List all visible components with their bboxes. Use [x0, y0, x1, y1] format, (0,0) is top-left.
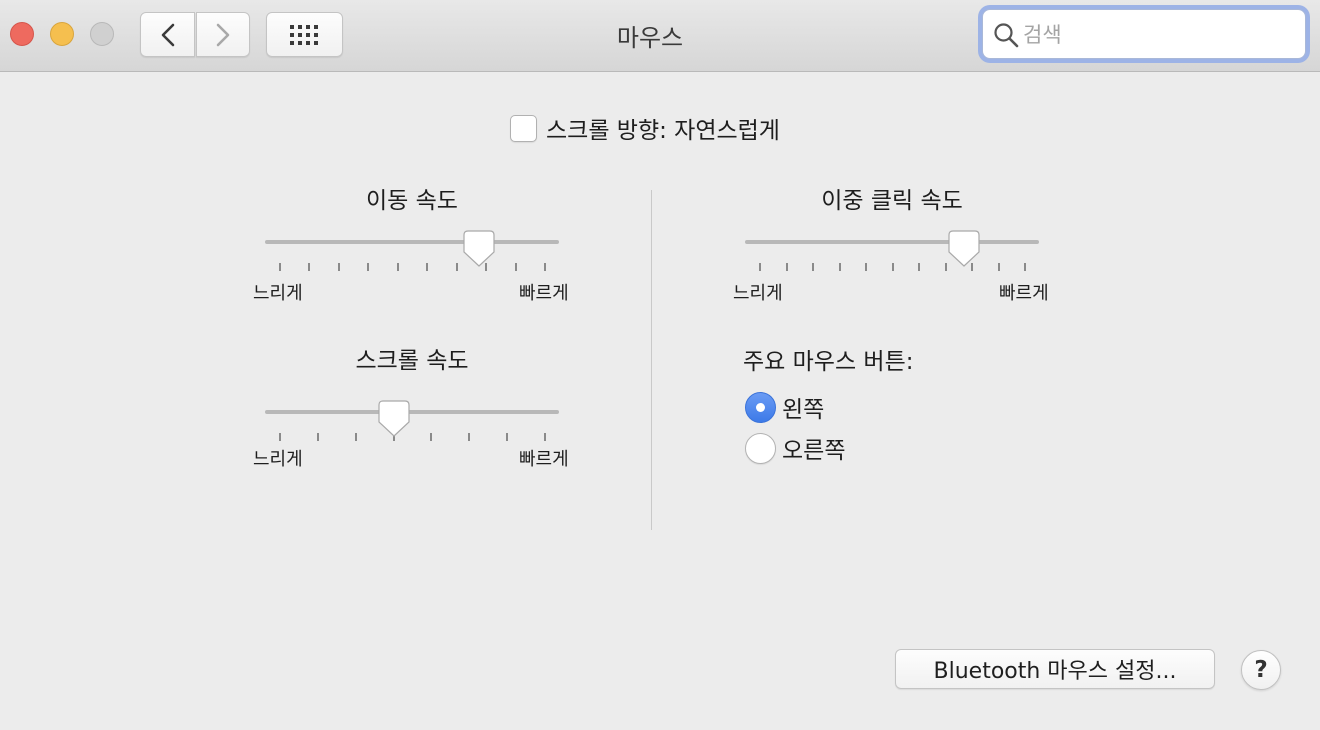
bluetooth-setup-button[interactable]: Bluetooth 마우스 설정...: [895, 649, 1215, 689]
close-button[interactable]: [10, 22, 34, 46]
slider-tick: [367, 263, 370, 271]
slider-tick: [279, 263, 281, 271]
left-label: 왼쪽: [782, 397, 825, 423]
slider-tick: [918, 263, 920, 271]
slider-thumb[interactable]: [378, 400, 410, 442]
scroll-speed-max-label: 빠르게: [519, 449, 569, 470]
slider-tick: [514, 263, 517, 271]
slider-tick: [785, 263, 788, 271]
slider-tick: [396, 263, 399, 271]
right-radio[interactable]: [745, 432, 776, 464]
slider-tick: [997, 263, 1000, 271]
scroll-direction-option[interactable]: 스크롤 방향: 자연스럽게: [510, 111, 780, 145]
slider-tick: [308, 263, 311, 271]
tracking-speed-track[interactable]: [265, 240, 559, 244]
slider-tick: [544, 433, 546, 441]
slider-tick: [838, 263, 841, 271]
scroll-speed-title: 스크롤 속도: [355, 348, 469, 374]
double-click-speed-title: 이중 클릭 속도: [821, 188, 963, 214]
slider-tick: [354, 433, 357, 441]
slider-thumb[interactable]: [463, 230, 495, 272]
chevron-right-icon: [216, 23, 230, 46]
tracking-speed-title: 이동 속도: [366, 188, 458, 214]
slider-tick: [759, 263, 761, 271]
help-button[interactable]: ?: [1241, 650, 1281, 690]
title-bar: 마우스: [0, 0, 1320, 72]
slider-tick: [865, 263, 867, 271]
slider-tick: [337, 263, 340, 271]
column-divider: [651, 190, 652, 530]
primary-left-option[interactable]: 왼쪽: [745, 390, 824, 424]
back-button[interactable]: [140, 12, 195, 57]
search-input[interactable]: [1021, 16, 1295, 54]
scroll-direction-label: 스크롤 방향: 자연스럽게: [546, 118, 780, 144]
slider-tick: [426, 263, 429, 271]
primary-button-title: 주요 마우스 버튼:: [743, 349, 914, 375]
zoom-button[interactable]: [90, 22, 114, 46]
forward-button[interactable]: [196, 12, 250, 57]
grid-icon: [289, 24, 318, 45]
magnifier-icon: [994, 23, 1019, 48]
slider-tick: [468, 433, 471, 441]
slider-tick: [316, 433, 319, 441]
slider-tick: [279, 433, 281, 441]
chevron-left-icon: [161, 23, 174, 46]
slider-tick: [506, 433, 509, 441]
tracking-speed-min-label: 느리게: [253, 283, 303, 304]
slider-tick: [455, 263, 458, 271]
right-label: 오른쪽: [782, 438, 846, 464]
primary-right-option[interactable]: 오른쪽: [745, 431, 845, 465]
window-title: 마우스: [616, 24, 684, 52]
slider-tick: [544, 263, 546, 271]
scroll-speed-min-label: 느리게: [253, 449, 303, 470]
show-all-button[interactable]: [266, 12, 343, 57]
search-field[interactable]: [982, 9, 1306, 59]
double-click-speed-min-label: 느리게: [733, 283, 783, 304]
slider-tick: [812, 263, 814, 271]
left-radio[interactable]: [745, 391, 776, 423]
scroll-speed-track[interactable]: [265, 410, 559, 414]
radio-dot: [756, 402, 765, 412]
minimize-button[interactable]: [50, 22, 74, 46]
scroll-direction-checkbox[interactable]: [510, 114, 537, 142]
slider-thumb[interactable]: [948, 230, 980, 272]
slider-tick: [944, 263, 947, 271]
slider-tick: [891, 263, 894, 271]
slider-tick: [430, 433, 433, 441]
tracking-speed-max-label: 빠르게: [519, 283, 569, 304]
slider-tick: [1024, 263, 1026, 271]
double-click-speed-max-label: 빠르게: [999, 283, 1049, 304]
double-click-speed-track[interactable]: [745, 240, 1039, 244]
